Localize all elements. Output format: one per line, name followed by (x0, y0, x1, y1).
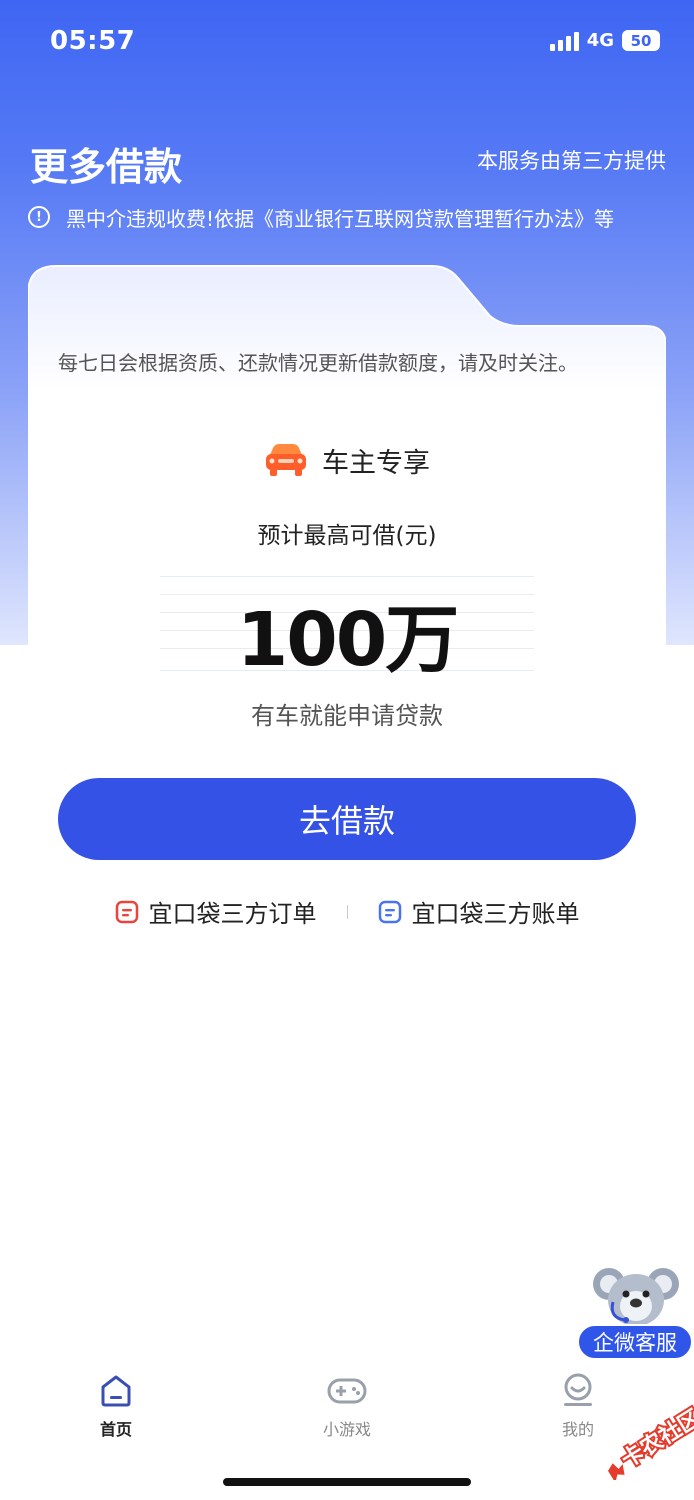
home-indicator (223, 1478, 471, 1486)
service-label: 企微客服 (577, 1324, 693, 1360)
tab-home[interactable]: 首页 (56, 1372, 176, 1440)
bills-link-label: 宜口袋三方账单 (411, 900, 580, 928)
orders-link-label: 宜口袋三方订单 (148, 900, 317, 928)
provider-note: 本服务由第三方提供 (477, 149, 666, 173)
bills-link[interactable]: 宜口袋三方账单 (378, 894, 580, 929)
status-time: 05:57 (50, 26, 136, 56)
notice-text: 黑中介违规收费!依据《商业银行互联网贷款管理暂行办法》等 (66, 206, 615, 231)
page-title: 更多借款 (30, 145, 183, 189)
status-indicators: 4G 50 (549, 30, 660, 51)
red-doc-icon (115, 900, 138, 923)
watermark: 卡农社区 (592, 1403, 694, 1483)
amount-caption: 预计最高可借(元) (257, 523, 437, 549)
borrow-button[interactable]: 去借款 (58, 778, 636, 860)
network-label: 4G (586, 30, 614, 51)
tab-bar: 首页 小游戏 我的 (0, 1372, 694, 1462)
car-icon (266, 444, 306, 476)
blue-doc-icon (378, 900, 401, 923)
tab-home-label: 首页 (99, 1420, 132, 1439)
customer-service-widget[interactable]: 企微客服 (577, 1260, 693, 1364)
svg-text:卡农社区: 卡农社区 (617, 1405, 694, 1474)
amount-subtitle: 有车就能申请贷款 (251, 702, 443, 730)
tab-games[interactable]: 小游戏 (287, 1372, 407, 1440)
notice-bar[interactable]: ! 黑中介违规收费!依据《商业银行互联网贷款管理暂行办法》等 (28, 201, 668, 233)
orders-link[interactable]: 宜口袋三方订单 (115, 894, 317, 929)
battery-icon: 50 (622, 30, 660, 51)
profile-icon (564, 1373, 592, 1406)
status-bar: 05:57 4G 50 (0, 0, 694, 84)
card-description: 每七日会根据资质、还款情况更新借款额度，请及时关注。 (58, 351, 578, 375)
amount-display: 100万 (160, 576, 534, 683)
tab-games-label: 小游戏 (322, 1420, 371, 1439)
watermark-logo: 卡农社区 (608, 1403, 694, 1483)
loan-card: 每七日会根据资质、还款情况更新借款额度，请及时关注。 车主专享 预计最高可借(元… (28, 264, 666, 962)
home-icon (101, 1375, 131, 1407)
gamepad-icon (327, 1378, 367, 1404)
badge-label: 车主专享 (322, 447, 430, 479)
link-divider (346, 904, 348, 919)
info-icon: ! (28, 206, 50, 228)
bill-links: 宜口袋三方订单 宜口袋三方账单 (28, 894, 666, 929)
owner-badge: 车主专享 (28, 440, 666, 480)
signal-icon (549, 31, 579, 51)
tab-profile-label: 我的 (561, 1420, 594, 1439)
amount-value: 100万 (236, 597, 459, 683)
